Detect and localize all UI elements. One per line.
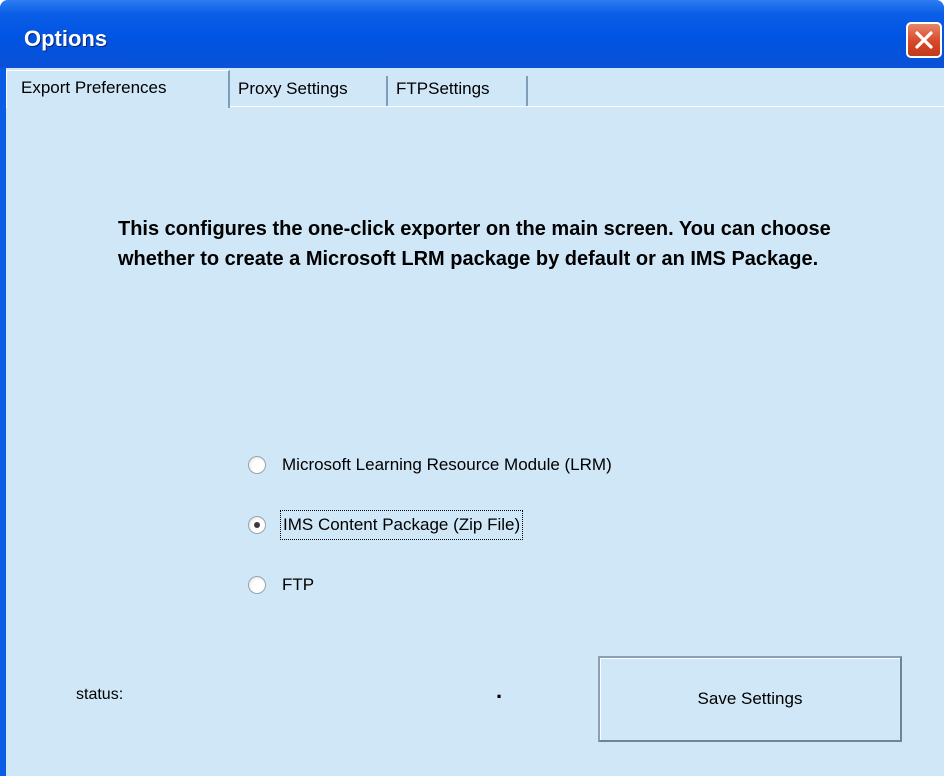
- title-bar[interactable]: Options: [0, 0, 944, 68]
- radio-button-lrm[interactable]: [248, 456, 266, 474]
- option-ims-label[interactable]: IMS Content Package (Zip File): [279, 510, 524, 540]
- tab-export-preferences[interactable]: Export Preferences: [6, 70, 230, 108]
- description-text: This configures the one-click exporter o…: [118, 218, 831, 270]
- options-window: Options Export Preferences Proxy Setting…: [0, 0, 944, 776]
- tab-ftp-settings[interactable]: FTPSettings: [388, 76, 528, 106]
- status-label: status:: [76, 686, 124, 703]
- status-value: .: [496, 678, 503, 703]
- close-icon: [915, 31, 933, 49]
- tab-proxy-settings[interactable]: Proxy Settings: [230, 76, 388, 106]
- tab-divider: [230, 106, 944, 107]
- radio-selected-dot: [254, 522, 260, 528]
- dialog-body: Export Preferences Proxy Settings FTPSet…: [6, 68, 944, 776]
- window-title: Options: [24, 26, 108, 51]
- option-ftp-label[interactable]: FTP: [282, 572, 314, 598]
- radio-button-ftp[interactable]: [248, 576, 266, 594]
- tab-strip: Export Preferences Proxy Settings FTPSet…: [6, 68, 944, 108]
- option-lrm-label[interactable]: Microsoft Learning Resource Module (LRM): [282, 452, 612, 478]
- radio-button-ims[interactable]: [248, 516, 266, 534]
- close-button[interactable]: [906, 22, 942, 58]
- save-settings-button[interactable]: Save Settings: [598, 656, 902, 742]
